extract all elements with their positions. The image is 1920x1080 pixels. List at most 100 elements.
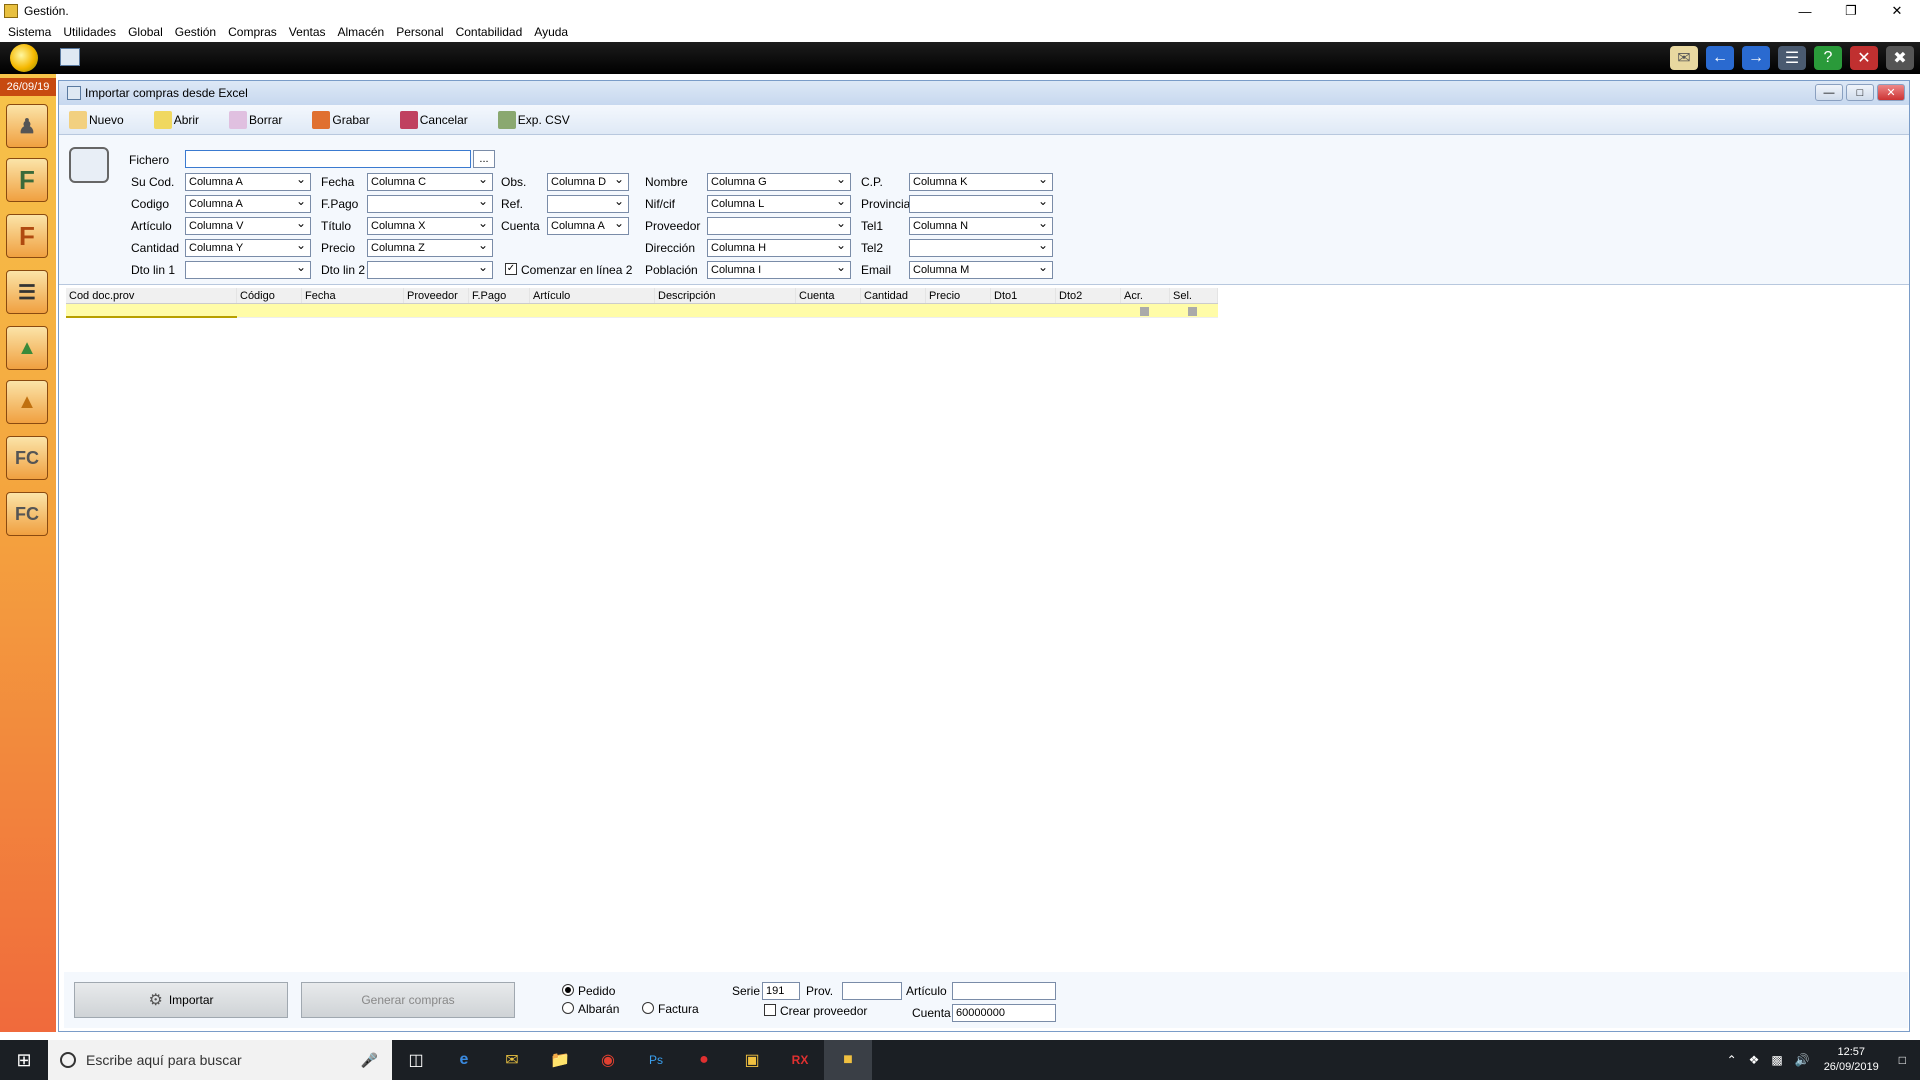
app-gestion-active-icon[interactable]: ■ (824, 1040, 872, 1080)
menu-ayuda[interactable]: Ayuda (530, 25, 572, 39)
menu-personal[interactable]: Personal (392, 25, 447, 39)
invoice-f-icon[interactable]: F (6, 158, 48, 202)
window-close-icon[interactable]: ✕ (1877, 84, 1905, 101)
cancelar-button[interactable]: Cancelar (399, 110, 468, 129)
table-row[interactable] (66, 304, 1218, 318)
codigo-select[interactable]: Columna A (185, 193, 311, 213)
window-maximize-icon[interactable]: □ (1846, 84, 1874, 101)
invoice-f2-icon[interactable]: F (6, 214, 48, 258)
minimize-icon[interactable]: — (1782, 0, 1828, 22)
col-header[interactable]: F.Pago (469, 288, 530, 303)
users-icon[interactable]: ♟ (6, 104, 48, 148)
dto-lin2-select[interactable] (367, 259, 493, 279)
col-header[interactable]: Cuenta (796, 288, 861, 303)
windows-list-icon[interactable]: ☰ (1778, 46, 1806, 70)
precio-select[interactable]: Columna Z (367, 237, 493, 257)
col-header[interactable]: Descripción (655, 288, 796, 303)
help-icon[interactable]: ? (1814, 46, 1842, 70)
close-window-icon[interactable]: ✕ (1850, 46, 1878, 70)
orange-bag-icon[interactable]: ▲ (6, 380, 48, 424)
acr-checkbox[interactable] (1140, 307, 1149, 316)
su-cod-select[interactable]: Columna A (185, 171, 311, 191)
col-header[interactable]: Dto2 (1056, 288, 1121, 303)
active-cell[interactable] (66, 304, 237, 318)
photoshop-icon[interactable]: Ps (632, 1040, 680, 1080)
articulo-select[interactable]: Columna V (185, 215, 311, 235)
dto-lin1-select[interactable] (185, 259, 311, 279)
menu-ventas[interactable]: Ventas (285, 25, 330, 39)
window-minimize-icon[interactable]: — (1815, 84, 1843, 101)
fichero-input[interactable] (185, 150, 471, 168)
file-explorer-icon[interactable]: 📁 (536, 1040, 584, 1080)
comenzar-checkbox[interactable]: ✓ (505, 263, 517, 275)
factura-radio[interactable] (642, 1002, 654, 1014)
nifcif-select[interactable]: Columna L (707, 193, 851, 213)
pedido-radio[interactable] (562, 984, 574, 996)
menu-sistema[interactable]: Sistema (4, 25, 55, 39)
col-header[interactable]: Cantidad (861, 288, 926, 303)
titulo-select[interactable]: Columna X (367, 215, 493, 235)
app-gestion-icon[interactable]: ▣ (728, 1040, 776, 1080)
app-logo-icon[interactable] (10, 44, 38, 72)
volume-icon[interactable]: 🔊 (1795, 1053, 1810, 1067)
albaran-radio[interactable] (562, 1002, 574, 1014)
mail-icon[interactable]: ✉ (1670, 46, 1698, 70)
fc-icon[interactable]: FC (6, 436, 48, 480)
articulo-input[interactable] (952, 982, 1056, 1000)
sel-checkbox[interactable] (1188, 307, 1197, 316)
menu-utilidades[interactable]: Utilidades (59, 25, 120, 39)
cuenta-select[interactable]: Columna A (547, 215, 629, 235)
notifications-icon[interactable]: □ (1899, 1053, 1906, 1067)
exit-icon[interactable]: ✖ (1886, 46, 1914, 70)
tel2-select[interactable] (909, 237, 1053, 257)
col-header[interactable]: Sel. (1170, 288, 1218, 303)
col-header[interactable]: Precio (926, 288, 991, 303)
menu-global[interactable]: Global (124, 25, 167, 39)
microphone-icon[interactable]: 🎤 (361, 1052, 378, 1069)
exp-csv-button[interactable]: Exp. CSV (497, 110, 570, 129)
direccion-select[interactable]: Columna H (707, 237, 851, 257)
tel1-select[interactable]: Columna N (909, 215, 1053, 235)
back-arrow-icon[interactable]: ← (1706, 46, 1734, 70)
green-bag-icon[interactable]: ▲ (6, 326, 48, 370)
forward-arrow-icon[interactable]: → (1742, 46, 1770, 70)
mail-app-icon[interactable]: ✉ (488, 1040, 536, 1080)
obs-select[interactable]: Columna D (547, 171, 629, 191)
grabar-button[interactable]: Grabar (312, 110, 370, 129)
menu-almacen[interactable]: Almacén (334, 25, 389, 39)
fpago-select[interactable] (367, 193, 493, 213)
borrar-button[interactable]: Borrar (229, 110, 282, 129)
col-header[interactable]: Artículo (530, 288, 655, 303)
network-icon[interactable]: ▩ (1771, 1053, 1782, 1067)
generar-compras-button[interactable]: Generar compras (301, 982, 515, 1018)
fc2-icon[interactable]: FC (6, 492, 48, 536)
cuenta-input[interactable]: 60000000 (952, 1004, 1056, 1022)
proveedor-select[interactable] (707, 215, 851, 235)
ref-select[interactable] (547, 193, 629, 213)
abrir-button[interactable]: Abrir (153, 110, 199, 129)
cantidad-select[interactable]: Columna Y (185, 237, 311, 257)
chrome-icon[interactable]: ◉ (584, 1040, 632, 1080)
dropbox-icon[interactable]: ❖ (1749, 1053, 1760, 1067)
taskbar-search[interactable]: Escribe aquí para buscar 🎤 (48, 1040, 392, 1080)
importar-button[interactable]: ⚙ Importar (74, 982, 288, 1018)
col-header[interactable]: Fecha (302, 288, 404, 303)
clock[interactable]: 12:57 26/09/2019 (1824, 1045, 1879, 1075)
email-select[interactable]: Columna M (909, 259, 1053, 279)
task-view-icon[interactable]: ◫ (392, 1040, 440, 1080)
col-header[interactable]: Cod doc.prov (66, 288, 237, 303)
poblacion-select[interactable]: Columna I (707, 259, 851, 279)
nombre-select[interactable]: Columna G (707, 171, 851, 191)
menu-contabilidad[interactable]: Contabilidad (452, 25, 527, 39)
menu-gestion[interactable]: Gestión (171, 25, 220, 39)
list-icon[interactable]: ☰ (6, 270, 48, 314)
app-red-icon[interactable]: ● (680, 1040, 728, 1080)
col-header[interactable]: Acr. (1121, 288, 1170, 303)
rx-icon[interactable]: RX (776, 1040, 824, 1080)
crear-proveedor-checkbox[interactable] (764, 1004, 776, 1016)
excel-import-icon[interactable] (60, 48, 80, 66)
edge-icon[interactable]: e (440, 1040, 488, 1080)
provincia-select[interactable] (909, 193, 1053, 213)
prov-input[interactable] (842, 982, 902, 1000)
browse-button[interactable]: ... (473, 150, 495, 168)
